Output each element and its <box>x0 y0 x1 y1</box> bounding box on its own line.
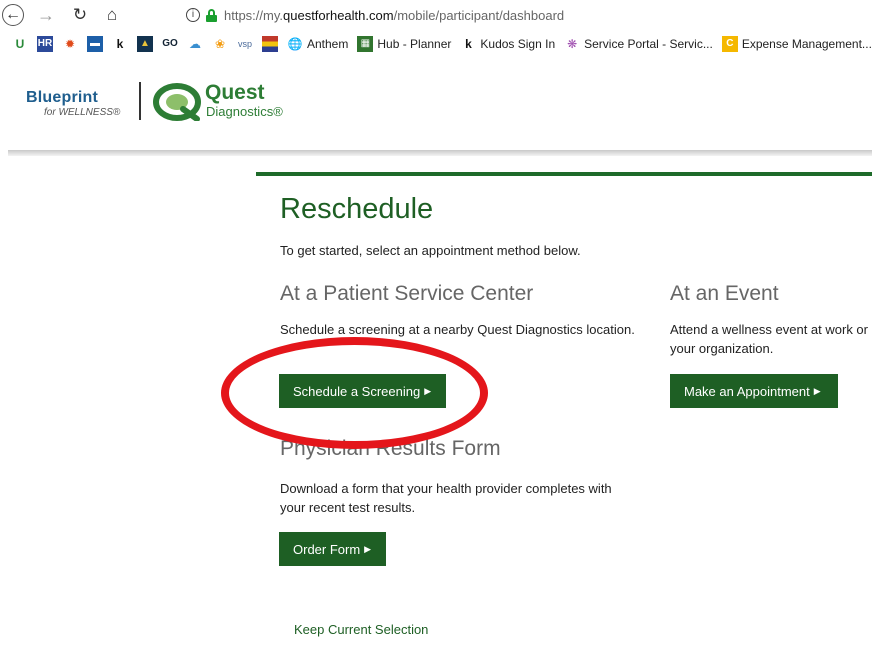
bookmark-kudos[interactable]: k Kudos Sign In <box>460 36 555 52</box>
planner-icon: ▦ <box>357 36 374 52</box>
caret-right-icon: ▶ <box>424 385 432 396</box>
bookmark-label: Expense Management... <box>741 37 872 51</box>
forward-arrow-icon[interactable]: → <box>34 3 58 27</box>
go-bookmark-icon[interactable]: GO <box>162 36 178 52</box>
flower-bookmark-icon[interactable]: ❀ <box>212 36 228 52</box>
hr-bookmark-icon[interactable]: HR <box>37 36 53 52</box>
logo-divider <box>139 82 141 120</box>
vsp-bookmark-icon[interactable]: vsp <box>237 36 253 52</box>
keep-current-selection-link[interactable]: Keep Current Selection <box>294 622 428 637</box>
service-portal-icon: ❋ <box>567 37 578 51</box>
button-label: Schedule a Screening <box>293 383 421 399</box>
globe-icon: 🌐 <box>287 37 303 51</box>
k-bookmark-icon[interactable]: k <box>112 36 128 52</box>
caret-right-icon: ▶ <box>813 385 821 396</box>
mail-bookmark-icon[interactable]: ▬ <box>87 36 103 52</box>
bookmark-label: Anthem <box>307 37 349 51</box>
bookmark-label: Hub - Planner <box>377 37 452 51</box>
address-bar[interactable]: i https://my.questforhealth.com/mobile/p… <box>170 4 870 26</box>
quest-name: Quest <box>205 81 265 104</box>
make-appointment-button[interactable]: Make an Appointment ▶ <box>670 374 838 408</box>
psc-section-title: At a Patient Service Center <box>280 282 534 305</box>
bookmark-service-portal[interactable]: ❋ Service Portal - Servic... <box>564 36 713 52</box>
physician-desc-line: your recent test results. <box>280 500 416 515</box>
page-title: Reschedule <box>280 193 434 225</box>
leaf-bookmark-icon[interactable]: ▲ <box>137 36 153 52</box>
quest-logo-icon <box>153 83 201 121</box>
blueprint-logo[interactable]: Blueprint for WELLNESS® <box>26 89 120 118</box>
blueprint-subtitle: for WELLNESS® <box>44 107 121 118</box>
header-shadow <box>8 150 872 156</box>
event-desc-line: Attend a wellness event at work or <box>670 322 868 337</box>
gear-bookmark-icon[interactable]: ✹ <box>62 36 78 52</box>
schedule-screening-button[interactable]: Schedule a Screening ▶ <box>279 374 446 408</box>
u-bookmark-icon[interactable]: U <box>12 36 28 52</box>
bookmark-label: Kudos Sign In <box>480 37 556 51</box>
home-icon[interactable]: ⌂ <box>100 3 124 27</box>
bookmark-label: Service Portal - Servic... <box>584 37 713 51</box>
info-icon[interactable]: i <box>186 8 200 22</box>
psc-description: Schedule a screening at a nearby Quest D… <box>280 322 635 337</box>
site-header: Blueprint for WELLNESS® Quest Diagnostic… <box>0 64 872 150</box>
button-label: Order Form <box>293 541 361 557</box>
physician-desc-line: Download a form that your health provide… <box>280 481 612 496</box>
blueprint-title: Blueprint <box>26 89 99 106</box>
order-form-button[interactable]: Order Form ▶ <box>279 532 386 566</box>
event-description: Attend a wellness event at work or your … <box>670 320 868 358</box>
bookmark-anthem[interactable]: 🌐 Anthem <box>287 36 349 52</box>
caret-right-icon: ▶ <box>364 543 372 554</box>
button-label: Make an Appointment <box>684 383 810 399</box>
cloud-bookmark-icon[interactable]: ☁ <box>187 36 203 52</box>
kudos-icon: k <box>465 37 472 51</box>
flag-bookmark-icon[interactable] <box>262 36 278 52</box>
bookmarks-bar: U HR ✹ ▬ k ▲ GO ☁ ❀ vsp 🌐 Anthem ▦ Hub -… <box>0 32 872 56</box>
physician-section-title: Physician Results Form <box>280 437 501 460</box>
bookmark-expense[interactable]: C Expense Management... <box>721 36 872 52</box>
quest-subtitle: Diagnostics® <box>206 104 283 119</box>
expense-icon: C <box>721 36 738 52</box>
intro-text: To get started, select an appointment me… <box>280 243 581 258</box>
event-desc-line: your organization. <box>670 341 774 356</box>
url-text[interactable]: https://my.questforhealth.com/mobile/par… <box>224 8 564 23</box>
bookmark-hub-planner[interactable]: ▦ Hub - Planner <box>357 36 451 52</box>
lock-icon <box>206 8 217 22</box>
reload-icon[interactable]: ↻ <box>68 3 92 27</box>
browser-navbar: ← → ↻ ⌂ i https://my.questforhealth.com/… <box>0 0 872 30</box>
event-section-title: At an Event <box>670 282 779 305</box>
physician-description: Download a form that your health provide… <box>280 479 612 517</box>
back-arrow-icon[interactable]: ← <box>2 4 24 26</box>
